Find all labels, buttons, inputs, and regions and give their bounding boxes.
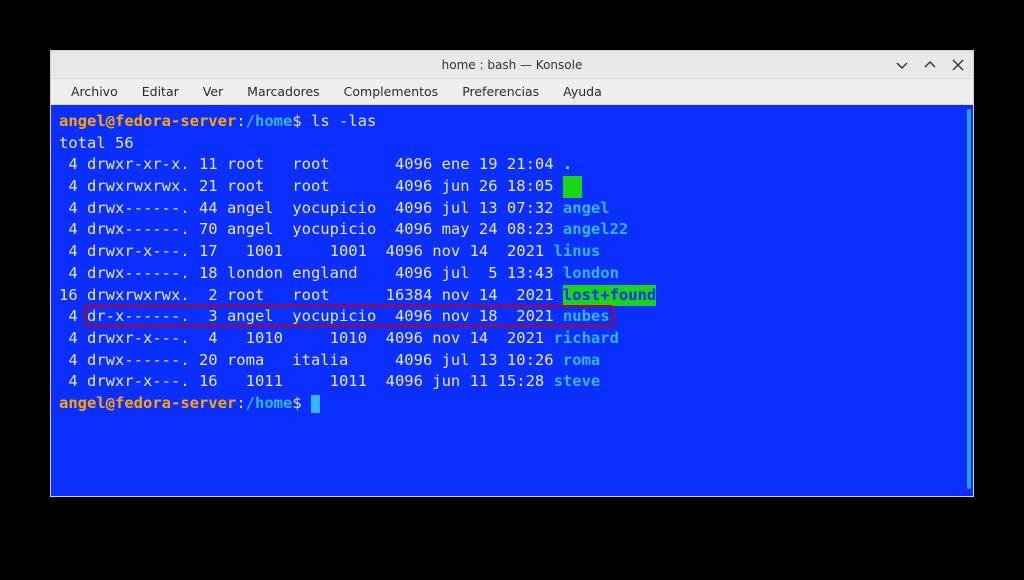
terminal-line: 4 drwxr-xr-x. 11 root root 4096 ene 19 2… [59, 154, 957, 176]
file-name [563, 176, 582, 198]
terminal-line: 4 drwxr-x---. 17 1001 1001 4096 nov 14 2… [59, 241, 957, 263]
terminal-line: 4 drwx------. 44 angel yocupicio 4096 ju… [59, 198, 957, 220]
file-name: roma [563, 351, 600, 369]
close-icon[interactable] [949, 56, 967, 74]
terminal-area: angel@fedora-server:/home$ ls -lastotal … [51, 105, 973, 496]
window-controls [893, 51, 967, 79]
menu-editar[interactable]: Editar [130, 80, 191, 103]
file-name: angel [563, 199, 610, 217]
terminal-line: 4 drwxr-x---. 4 1010 1010 4096 nov 14 20… [59, 328, 957, 350]
scrollbar[interactable] [965, 105, 973, 496]
maximize-icon[interactable] [921, 56, 939, 74]
menubar: Archivo Editar Ver Marcadores Complement… [51, 79, 973, 105]
terminal-line: total 56 [59, 133, 957, 155]
file-name: richard [554, 329, 619, 347]
cursor [311, 395, 320, 413]
menu-ver[interactable]: Ver [191, 80, 235, 103]
file-name: lost+found [563, 285, 656, 307]
terminal-output[interactable]: angel@fedora-server:/home$ ls -lastotal … [51, 105, 965, 496]
terminal-line: 4 drwxrwxrwx. 21 root root 4096 jun 26 1… [59, 176, 957, 198]
file-name: . [563, 155, 572, 173]
menu-archivo[interactable]: Archivo [59, 80, 130, 103]
konsole-window: home : bash — Konsole Archivo Editar Ver… [50, 50, 974, 497]
terminal-line: angel@fedora-server:/home$ ls -las [59, 111, 957, 133]
minimize-icon[interactable] [893, 56, 911, 74]
titlebar[interactable]: home : bash — Konsole [51, 51, 973, 79]
terminal-line: 4 drwx------. 18 london england 4096 jul… [59, 263, 957, 285]
terminal-line: 4 drwxr-x---. 16 1011 1011 4096 jun 11 1… [59, 371, 957, 393]
menu-marcadores[interactable]: Marcadores [235, 80, 332, 103]
file-name: steve [554, 372, 601, 390]
terminal-line: 16 drwxrwxrwx. 2 root root 16384 nov 14 … [59, 285, 957, 307]
menu-complementos[interactable]: Complementos [332, 80, 451, 103]
window-title: home : bash — Konsole [442, 58, 583, 72]
file-name: nubes [563, 307, 610, 325]
file-name: linus [554, 242, 601, 260]
file-name: london [563, 264, 619, 282]
terminal-line: angel@fedora-server:/home$ [59, 393, 957, 415]
terminal-line: 4 dr-x------. 3 angel yocupicio 4096 nov… [59, 306, 957, 328]
menu-ayuda[interactable]: Ayuda [551, 80, 614, 103]
menu-preferencias[interactable]: Preferencias [450, 80, 551, 103]
file-name: angel22 [563, 220, 628, 238]
scroll-thumb[interactable] [967, 109, 971, 489]
terminal-line: 4 drwx------. 20 roma italia 4096 jul 13… [59, 350, 957, 372]
terminal-line: 4 drwx------. 70 angel yocupicio 4096 ma… [59, 219, 957, 241]
